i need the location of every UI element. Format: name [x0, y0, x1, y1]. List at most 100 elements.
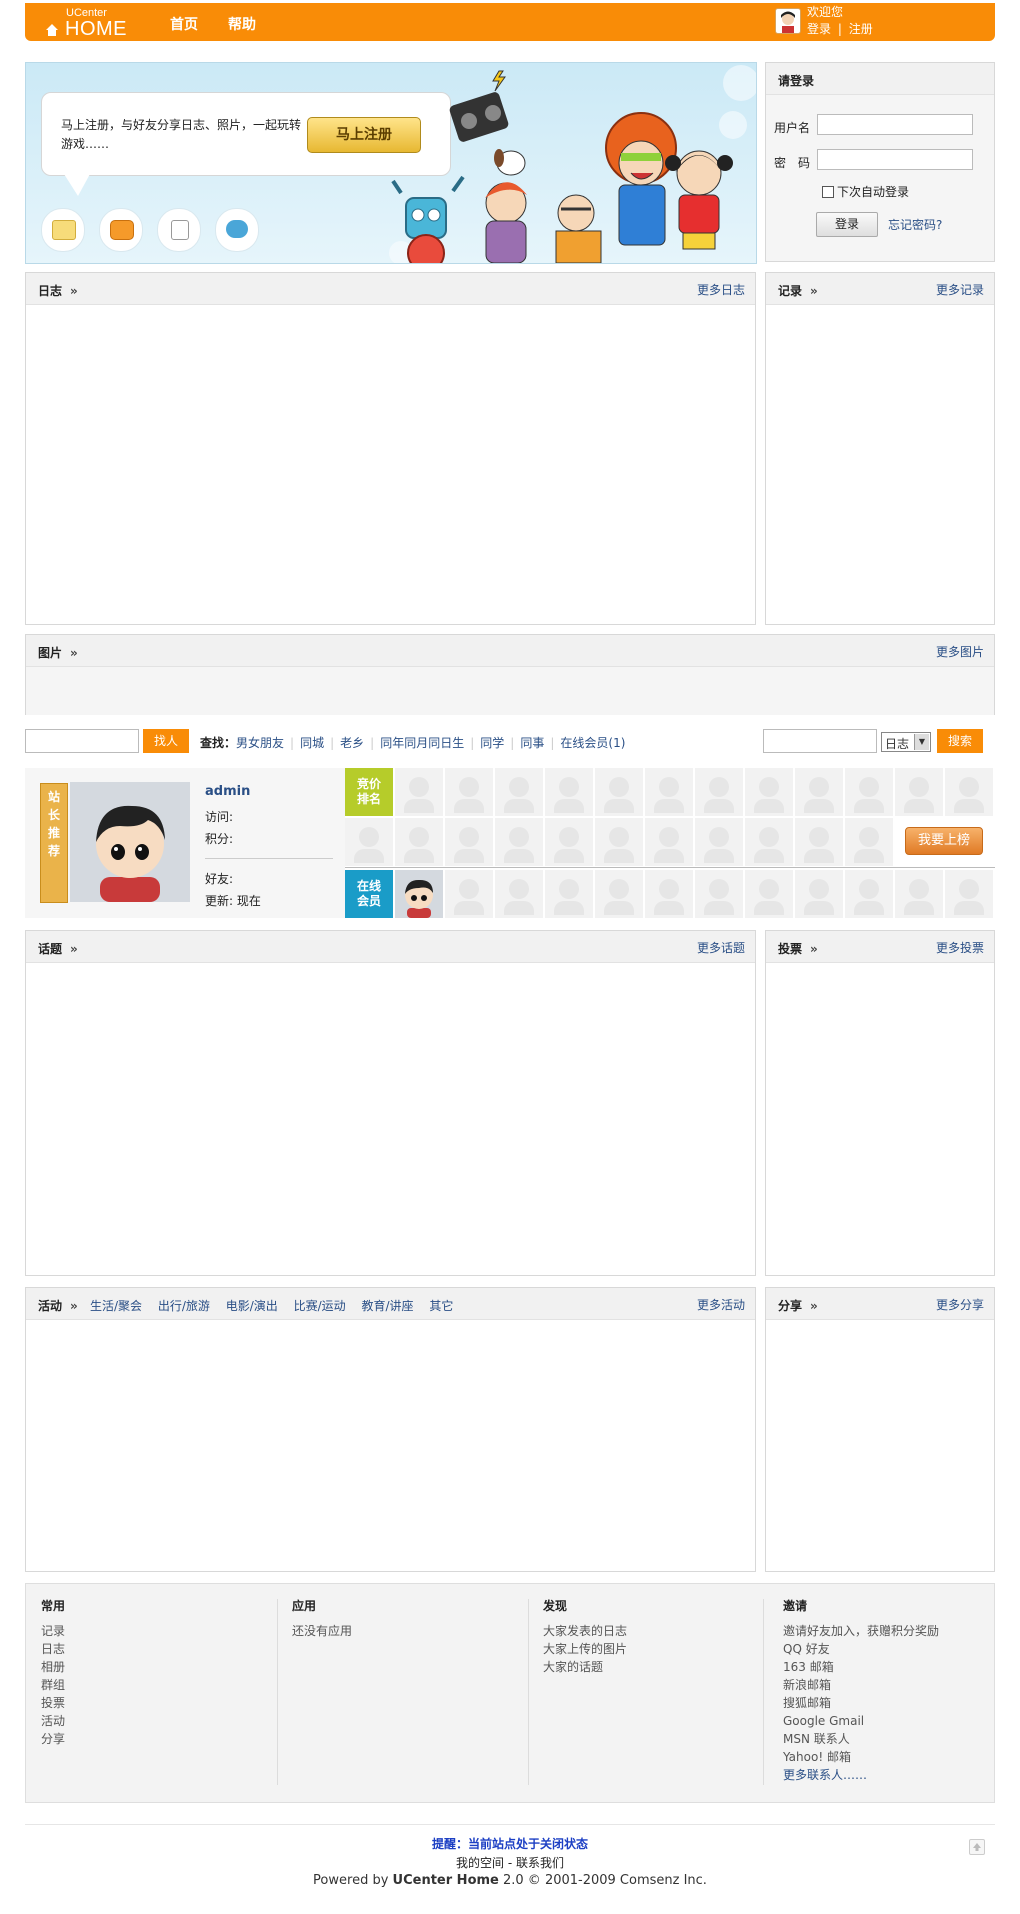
nav-home[interactable]: 首页	[170, 14, 198, 34]
find-link-friends[interactable]: 男女朋友	[236, 736, 284, 750]
rank-up-button[interactable]: 我要上榜	[905, 827, 983, 855]
members-panel: 站长推荐 admin 访问: 积分: 好友: 更新: 现在 竞价 排名 在线 会员 …	[25, 768, 995, 918]
footer-link-qq[interactable]: QQ 好友	[783, 1640, 1013, 1658]
forgot-password-link[interactable]: 忘记密码?	[888, 216, 942, 233]
footer-link-invite-reward[interactable]: 邀请好友加入，获赠积分奖励	[783, 1622, 1013, 1640]
footer-link-shares[interactable]: 分享	[41, 1730, 271, 1748]
poll-box: 投票 » 更多投票	[765, 930, 995, 1276]
footer-link-gmail[interactable]: Google Gmail	[783, 1712, 1013, 1730]
update-label: 更新:	[205, 894, 234, 908]
find-link-online[interactable]: 在线会员(1)	[560, 736, 625, 750]
empty-member-slot	[845, 818, 893, 866]
find-link-colleagues[interactable]: 同事	[520, 736, 544, 750]
visits-label: 访问:	[205, 810, 234, 824]
footer-links[interactable]: 我的空间 - 联系我们	[0, 1854, 1020, 1871]
find-people-button[interactable]: 找人	[143, 729, 189, 753]
footer-link-events[interactable]: 活动	[41, 1712, 271, 1730]
chevron-right-icon: »	[70, 1299, 78, 1313]
footer-link-more-contacts[interactable]: 更多联系人……	[783, 1766, 1013, 1784]
empty-member-slot	[595, 768, 643, 816]
more-polls-link[interactable]: 更多投票	[936, 939, 984, 956]
empty-member-slot	[395, 768, 443, 816]
login-box-title: 请登录	[778, 74, 815, 88]
footer-col-apps: 应用 还没有应用	[292, 1597, 522, 1640]
search-type-value: 日志	[885, 737, 910, 751]
topic-box-title: 话题	[38, 942, 63, 956]
powered-suffix: 2.0 © 2001-2009 Comsenz Inc.	[503, 1873, 707, 1888]
friends-feature-icon	[215, 208, 259, 252]
photo-box: 图片 » 更多图片	[25, 634, 995, 715]
online-member-avatar[interactable]	[395, 870, 443, 918]
admin-name-link[interactable]: admin	[205, 784, 250, 799]
empty-member-slot	[445, 768, 493, 816]
empty-member-slot	[495, 768, 543, 816]
welcome-text: 欢迎您	[807, 5, 844, 19]
footer-link-sohu[interactable]: 搜狐邮箱	[783, 1694, 1013, 1712]
footer-col-invite: 邀请 邀请好友加入，获赠积分奖励 QQ 好友 163 邮箱 新浪邮箱 搜狐邮箱 …	[783, 1597, 1013, 1784]
banner-text: 马上注册，与好友分享日志、照片，一起玩转游戏……	[61, 118, 302, 151]
event-cat-education[interactable]: 教育/讲座	[361, 1299, 413, 1313]
rank-tag: 竞价 排名	[345, 768, 393, 816]
more-records-link[interactable]: 更多记录	[936, 281, 984, 298]
share-box: 分享 » 更多分享	[765, 1287, 995, 1572]
more-photos-link[interactable]: 更多图片	[936, 643, 984, 660]
footer-link-yahoo[interactable]: Yahoo! 邮箱	[783, 1748, 1013, 1766]
empty-member-slot	[545, 768, 593, 816]
admin-avatar[interactable]	[70, 782, 190, 902]
more-shares-link[interactable]: 更多分享	[936, 1296, 984, 1313]
footer-link-records[interactable]: 记录	[41, 1622, 271, 1640]
more-events-link[interactable]: 更多活动	[697, 1296, 745, 1313]
footer-link-all-photos[interactable]: 大家上传的图片	[543, 1640, 773, 1658]
record-box: 记录 » 更多记录	[765, 272, 995, 625]
find-link-hometown[interactable]: 老乡	[340, 736, 364, 750]
find-link-classmates[interactable]: 同学	[480, 736, 504, 750]
search-type-select[interactable]: 日志 ▼	[881, 732, 931, 752]
event-cat-life[interactable]: 生活/聚会	[90, 1299, 142, 1313]
welcome-banner: 马上注册，与好友分享日志、照片，一起玩转游戏…… 马上注册	[25, 62, 757, 264]
footer-link-albums[interactable]: 相册	[41, 1658, 271, 1676]
footer-divider	[25, 1824, 995, 1825]
find-people-input[interactable]	[25, 729, 139, 753]
footer-link-all-blogs[interactable]: 大家发表的日志	[543, 1622, 773, 1640]
logo-home-text: HOME	[65, 18, 127, 40]
event-cat-travel[interactable]: 出行/旅游	[158, 1299, 210, 1313]
more-blogs-link[interactable]: 更多日志	[697, 281, 745, 298]
empty-member-slot	[645, 768, 693, 816]
event-cat-movie[interactable]: 电影/演出	[226, 1299, 278, 1313]
footer-link-sina[interactable]: 新浪邮箱	[783, 1676, 1013, 1694]
site-search-input[interactable]	[763, 729, 877, 753]
back-to-top-icon[interactable]	[969, 1839, 985, 1855]
password-input[interactable]	[817, 149, 973, 170]
chevron-right-icon: »	[810, 1299, 818, 1313]
empty-member-slot	[645, 818, 693, 866]
nav-help[interactable]: 帮助	[228, 14, 256, 34]
username-input[interactable]	[817, 114, 973, 135]
login-button[interactable]: 登录	[816, 212, 878, 237]
find-link-same-city[interactable]: 同城	[300, 736, 324, 750]
footer-link-msn[interactable]: MSN 联系人	[783, 1730, 1013, 1748]
powered-brand[interactable]: UCenter Home	[393, 1873, 499, 1888]
remember-checkbox[interactable]	[822, 186, 834, 198]
footer-link-polls[interactable]: 投票	[41, 1694, 271, 1712]
footer-link-all-topics[interactable]: 大家的话题	[543, 1658, 773, 1676]
event-cat-sport[interactable]: 比赛/运动	[294, 1299, 346, 1313]
empty-member-slot	[745, 818, 793, 866]
empty-member-slot	[495, 870, 543, 918]
event-cat-other[interactable]: 其它	[429, 1299, 453, 1313]
site-logo[interactable]: UCenter HOME	[45, 5, 145, 41]
search-button[interactable]: 搜索	[937, 729, 983, 753]
empty-member-slot	[545, 818, 593, 866]
footer-link-163[interactable]: 163 邮箱	[783, 1658, 1013, 1676]
empty-member-slot	[895, 768, 943, 816]
share-box-title: 分享	[778, 1299, 803, 1313]
login-box-header: 请登录	[766, 63, 994, 95]
register-link[interactable]: 注册	[849, 22, 873, 36]
empty-member-slot	[495, 818, 543, 866]
empty-member-slot	[345, 818, 393, 866]
login-link[interactable]: 登录	[807, 22, 831, 36]
find-link-same-birthday[interactable]: 同年同月同日生	[380, 736, 464, 750]
footer-link-groups[interactable]: 群组	[41, 1676, 271, 1694]
footer-link-blogs[interactable]: 日志	[41, 1640, 271, 1658]
empty-member-slot	[695, 768, 743, 816]
more-topics-link[interactable]: 更多话题	[697, 939, 745, 956]
